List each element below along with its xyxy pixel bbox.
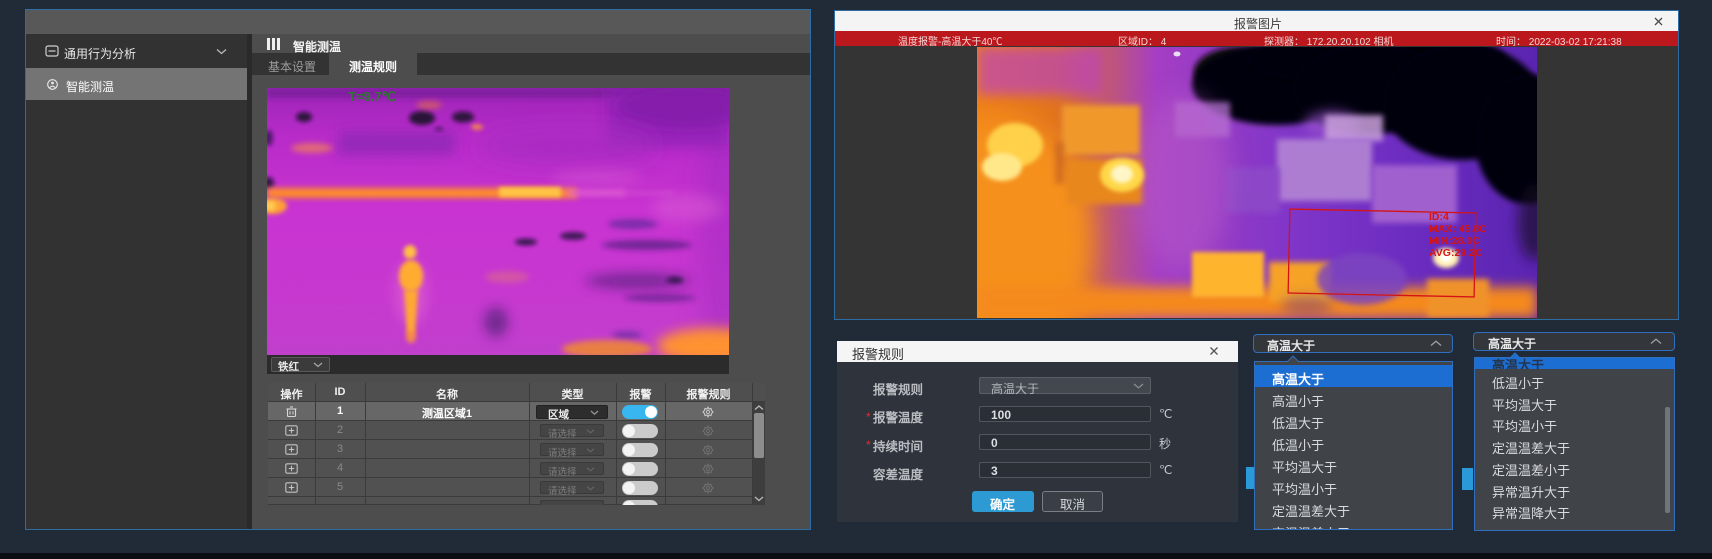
svg-text:AVG:29.2C: AVG:29.2C: [1429, 247, 1483, 259]
svg-text:MIN:28.0C: MIN:28.0C: [1429, 235, 1480, 247]
svg-text:T=9.7℃: T=9.7℃: [348, 89, 396, 104]
svg-text:MAX: 45.8C: MAX: 45.8C: [1429, 223, 1487, 235]
svg-text:ID:4: ID:4: [1429, 211, 1449, 223]
